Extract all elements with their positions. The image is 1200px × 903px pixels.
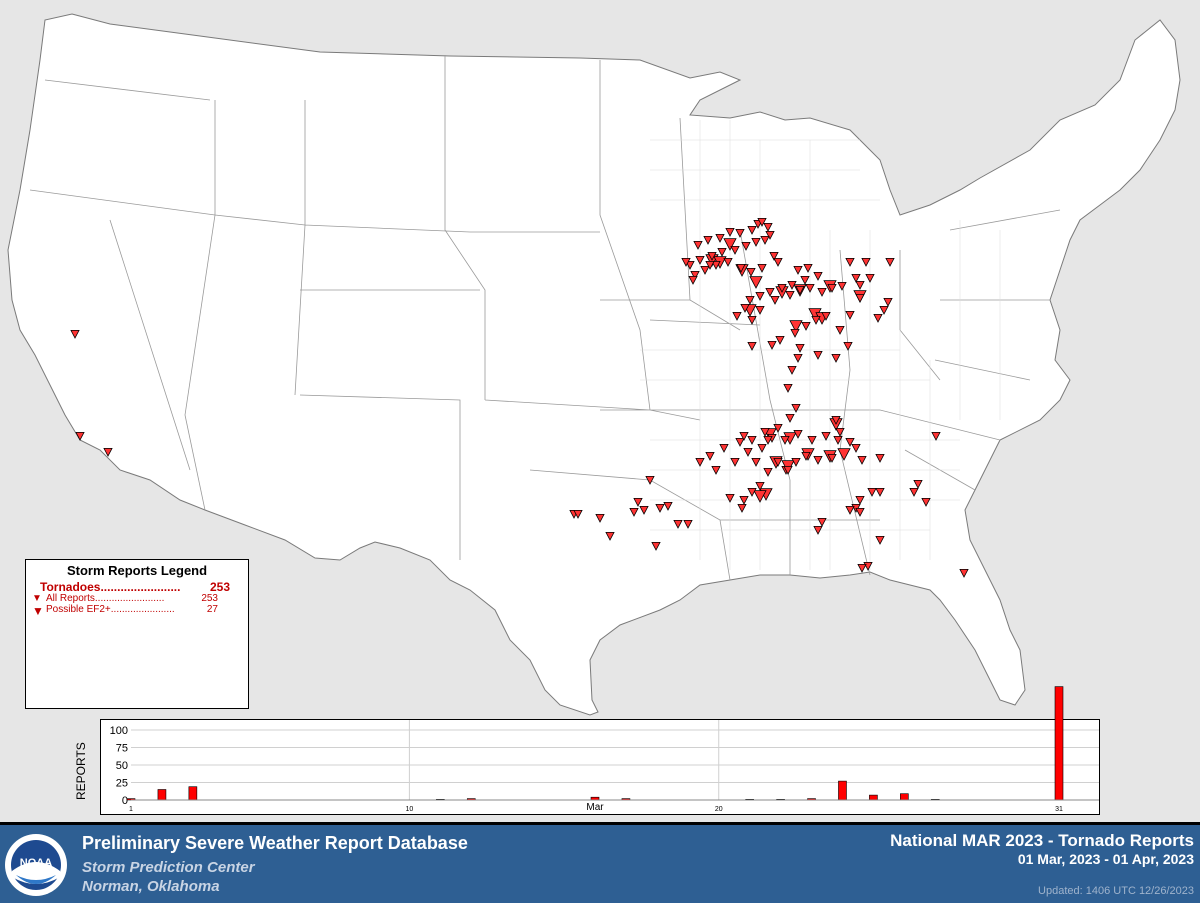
footer-title: Preliminary Severe Weather Report Databa… (82, 833, 468, 853)
y-tick-label: 100 (110, 725, 128, 737)
storm-reports-legend: Storm Reports Legend Tornadoes..........… (25, 559, 249, 709)
footer-updated: Updated: 1406 UTC 12/26/2023 (1038, 885, 1194, 897)
y-tick-label: 0 (122, 795, 128, 807)
legend-tornadoes-row: Tornadoes........................ 253 (40, 580, 230, 594)
day-bar (900, 793, 909, 801)
day-bar (838, 780, 847, 801)
x-month-label: Mar (586, 802, 604, 813)
small-triangle-icon: ▼ (32, 593, 42, 604)
day-bar (188, 786, 198, 801)
x-tick-label: 10 (406, 806, 414, 813)
y-tick-label: 75 (116, 743, 128, 755)
chart-svg: 100 75 50 25 01 10 20 31 Mar (110, 686, 1099, 813)
x-tick-label: 20 (715, 806, 723, 813)
day-bar (157, 789, 167, 801)
x-tick-label: 31 (1055, 806, 1063, 813)
legend-all-reports-row: ▼ All Reports......................... 2… (32, 593, 218, 604)
day-bar (1054, 686, 1064, 801)
legend-possible-label: Possible EF2+....................... (46, 604, 175, 615)
y-tick-label: 25 (116, 778, 128, 790)
noaa-logo-icon: NOAA (5, 834, 67, 896)
legend-tornadoes-value: 253 (209, 580, 230, 594)
y-tick-label: 50 (116, 760, 128, 772)
footer-date-range: 01 Mar, 2023 - 01 Apr, 2023 (1017, 851, 1194, 867)
footer-banner: NOAA Preliminary Severe Weather Report D… (0, 822, 1200, 903)
daily-reports-chart: 100 75 50 25 0 1 10 20 31 Mar (100, 686, 1100, 815)
x-tick-label: 1 (129, 806, 133, 813)
legend-all-reports-label: All Reports......................... (46, 593, 165, 604)
legend-title: Storm Reports Legend (66, 563, 208, 578)
large-triangle-icon: ▼ (32, 604, 44, 618)
footer-org: Storm Prediction Center (82, 859, 255, 876)
logo-text: NOAA (20, 857, 52, 869)
day-bar (869, 794, 878, 801)
legend-tornadoes-label: Tornadoes........................ (40, 580, 181, 594)
chart-y-axis-label: REPORTS (74, 742, 88, 800)
legend-possible-value: 27 (206, 604, 218, 615)
footer-report-title: National MAR 2023 - Tornado Reports (890, 831, 1194, 850)
legend-possible-ef2-row: ▼ Possible EF2+....................... 2… (32, 604, 218, 618)
footer-location: Norman, Oklahoma (82, 878, 220, 895)
legend-all-reports-value: 253 (201, 593, 218, 604)
